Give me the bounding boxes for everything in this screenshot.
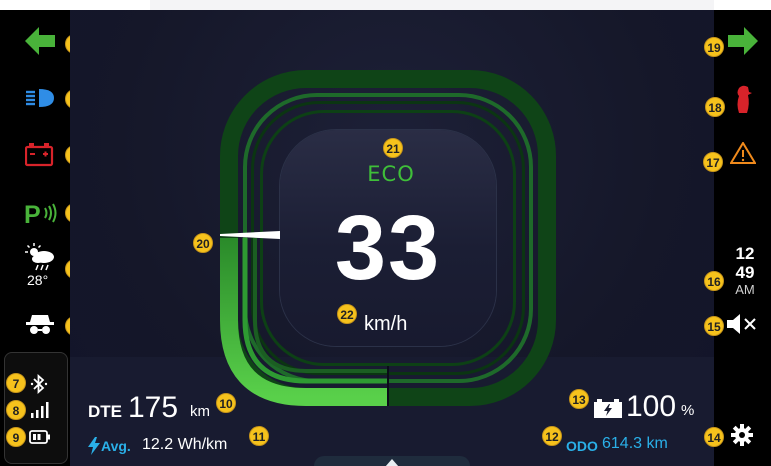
odo-label: ODO bbox=[566, 438, 598, 454]
right-indicator-bar bbox=[714, 10, 771, 466]
avg-value: 12.2 Wh/km bbox=[142, 436, 228, 453]
badge-8: 8 bbox=[6, 400, 26, 420]
speaker-mute-icon[interactable] bbox=[727, 314, 757, 334]
dte-unit: km bbox=[190, 403, 210, 420]
battery-warning-icon bbox=[25, 143, 54, 167]
signal-bars-icon bbox=[31, 402, 49, 418]
left-arrow-icon bbox=[25, 27, 55, 55]
badge-10: 10 bbox=[216, 393, 236, 413]
right-arrow-icon bbox=[728, 27, 758, 55]
phone-battery-icon bbox=[29, 430, 50, 444]
badge-16: 16 bbox=[704, 271, 724, 291]
warning-triangle-icon bbox=[730, 142, 756, 164]
chevron-up-icon bbox=[385, 459, 399, 466]
dte-value: 175 bbox=[128, 391, 179, 424]
bolt-icon bbox=[88, 437, 100, 455]
gear-icon[interactable] bbox=[731, 424, 753, 446]
badge-20: 20 bbox=[193, 233, 213, 253]
parking-sensor-icon: P bbox=[24, 201, 57, 226]
avg-label: Avg. bbox=[101, 438, 131, 454]
drive-mode-label[interactable]: ECO bbox=[346, 162, 436, 186]
rider-alert-icon bbox=[737, 85, 752, 113]
badge-15: 15 bbox=[704, 316, 724, 336]
battery-unit: % bbox=[681, 402, 695, 419]
battery-value: 100 bbox=[626, 390, 677, 423]
headlight-icon bbox=[26, 89, 54, 107]
bluetooth-icon bbox=[30, 374, 48, 394]
odo-value: 614.3 km bbox=[602, 435, 668, 452]
speed-value: 33 bbox=[334, 197, 442, 299]
clock-hour: 12 bbox=[735, 244, 755, 263]
dte-label: DTE bbox=[88, 402, 122, 421]
weather-temperature: 28° bbox=[27, 272, 49, 288]
badge-9: 9 bbox=[6, 427, 26, 447]
badge-7: 7 bbox=[6, 373, 26, 393]
clock-ampm: AM bbox=[735, 282, 755, 297]
clock-minute: 49 bbox=[735, 263, 755, 282]
badge-22: 22 bbox=[337, 304, 357, 324]
badge-17: 17 bbox=[703, 152, 723, 172]
speed-needle bbox=[220, 231, 280, 239]
bottom-pull-tab[interactable] bbox=[314, 456, 470, 466]
svg-text:P: P bbox=[24, 201, 41, 226]
badge-18: 18 bbox=[705, 97, 725, 117]
main-display: ECO 33 km/h DTE 175 km Avg. 12.2 Wh/km 1… bbox=[70, 10, 714, 466]
badge-19: 19 bbox=[704, 37, 724, 57]
cloud-rain-sun-icon bbox=[25, 243, 54, 271]
incognito-icon bbox=[26, 315, 54, 334]
badge-11: 11 bbox=[249, 426, 269, 446]
vehicle-battery-icon bbox=[594, 399, 622, 418]
badge-21: 21 bbox=[383, 138, 403, 158]
badge-13: 13 bbox=[569, 389, 589, 409]
badge-14: 14 bbox=[704, 427, 724, 447]
badge-12: 12 bbox=[542, 426, 562, 446]
dashboard-frame: 1 2 3 P 4 28° 5 bbox=[0, 0, 771, 466]
